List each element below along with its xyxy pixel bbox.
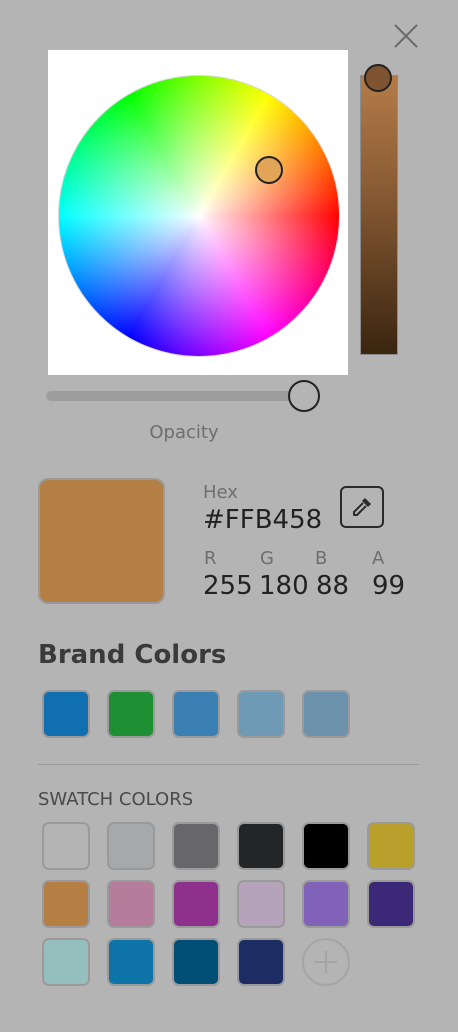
- add-swatch-button[interactable]: [302, 938, 350, 986]
- red-label: R: [204, 548, 217, 569]
- opacity-slider-handle[interactable]: [288, 380, 320, 412]
- color-preview: [38, 478, 165, 604]
- swatch-color[interactable]: [367, 822, 415, 870]
- close-button[interactable]: [390, 20, 422, 52]
- swatch-color[interactable]: [172, 880, 220, 928]
- brightness-slider[interactable]: [360, 75, 398, 355]
- swatch-colors-title: SWATCH COLORS: [38, 789, 194, 810]
- swatch-color[interactable]: [237, 938, 285, 986]
- swatch-color[interactable]: [107, 938, 155, 986]
- blue-label: B: [315, 548, 328, 569]
- brand-color-swatch[interactable]: [302, 690, 350, 738]
- red-value[interactable]: 255: [203, 571, 253, 601]
- color-wheel-handle[interactable]: [255, 156, 283, 184]
- hex-label: Hex: [203, 482, 238, 503]
- swatch-color[interactable]: [42, 880, 90, 928]
- brand-colors-title: Brand Colors: [38, 640, 227, 670]
- swatch-color[interactable]: [302, 822, 350, 870]
- brand-color-swatch[interactable]: [42, 690, 90, 738]
- eyedropper-icon: [353, 498, 371, 516]
- swatch-color[interactable]: [107, 880, 155, 928]
- green-value[interactable]: 180: [259, 571, 309, 601]
- brand-color-swatch[interactable]: [237, 690, 285, 738]
- hex-value[interactable]: #FFB458: [203, 505, 322, 535]
- swatch-color[interactable]: [107, 822, 155, 870]
- brightness-slider-handle[interactable]: [364, 64, 392, 92]
- swatch-color[interactable]: [172, 822, 220, 870]
- blue-value[interactable]: 88: [316, 571, 349, 601]
- swatch-color[interactable]: [367, 880, 415, 928]
- eyedropper-button[interactable]: [340, 486, 384, 528]
- divider: [38, 764, 419, 765]
- swatch-color[interactable]: [42, 938, 90, 986]
- opacity-label: Opacity: [149, 422, 219, 443]
- swatch-color[interactable]: [237, 822, 285, 870]
- close-icon: [394, 24, 418, 48]
- brand-color-swatch[interactable]: [107, 690, 155, 738]
- alpha-label: A: [372, 548, 385, 569]
- swatch-color[interactable]: [237, 880, 285, 928]
- swatch-color[interactable]: [302, 880, 350, 928]
- color-wheel[interactable]: [58, 75, 340, 357]
- color-wheel-panel: [48, 50, 348, 375]
- alpha-value[interactable]: 99: [372, 571, 405, 601]
- brand-color-swatch[interactable]: [172, 690, 220, 738]
- swatch-color[interactable]: [42, 822, 90, 870]
- opacity-slider-track[interactable]: [46, 391, 302, 401]
- plus-icon: [315, 951, 337, 973]
- swatch-color[interactable]: [172, 938, 220, 986]
- green-label: G: [260, 548, 274, 569]
